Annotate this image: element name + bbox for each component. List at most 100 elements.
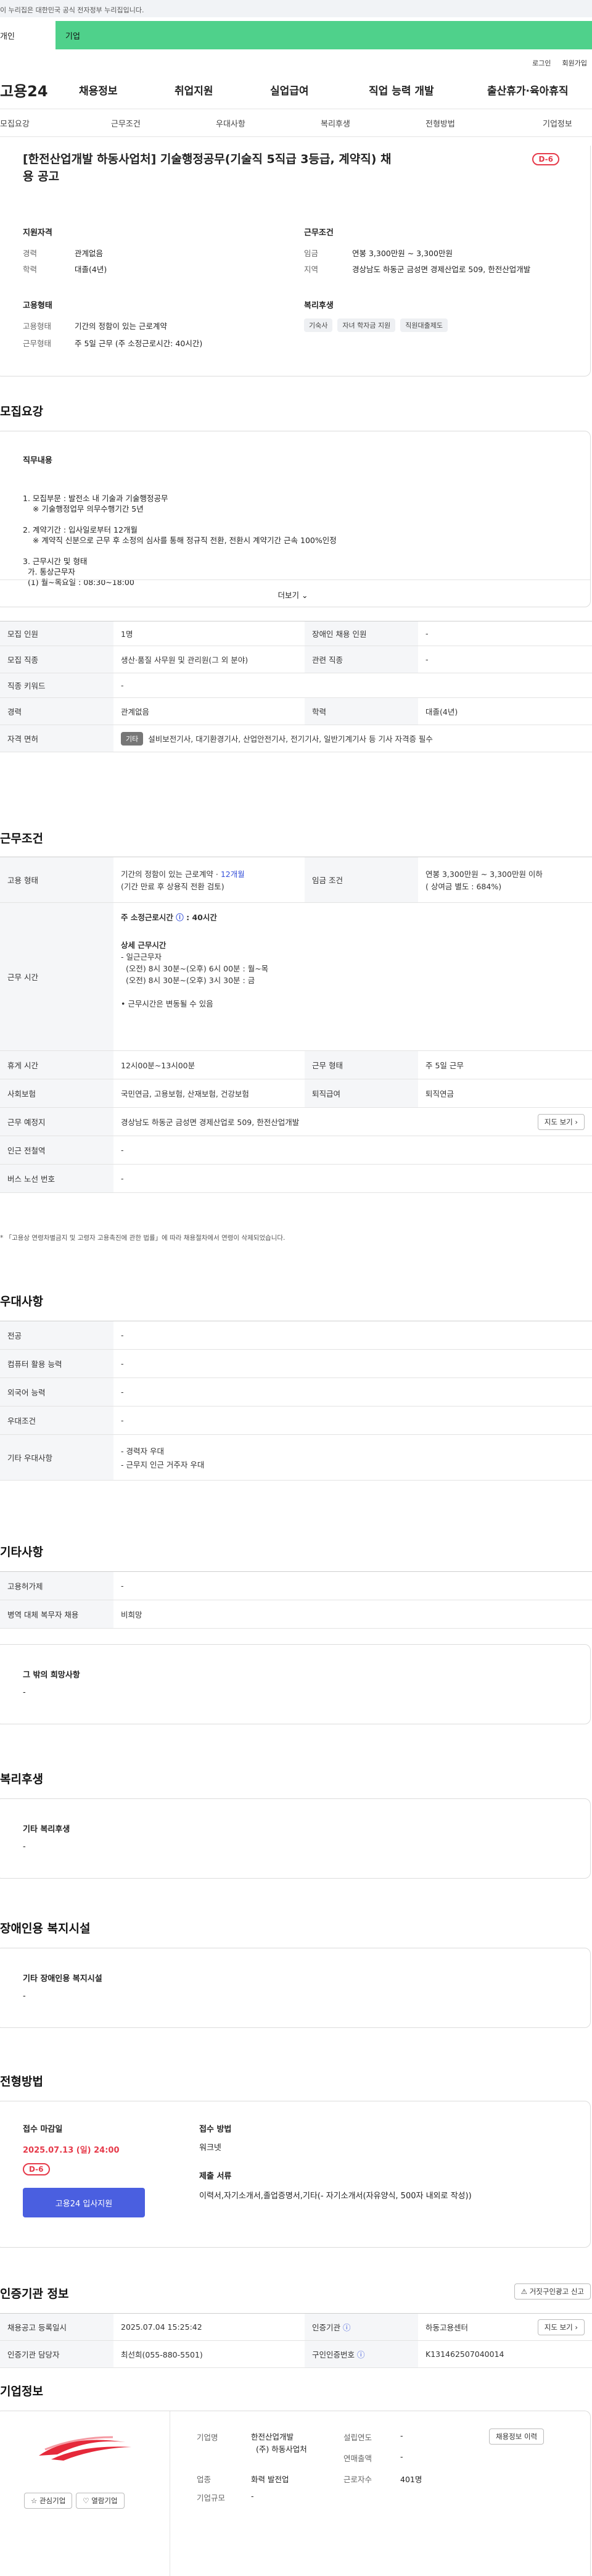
star-icon: ☆ bbox=[31, 2496, 38, 2505]
tab-selection[interactable]: 전형방법 bbox=[395, 117, 500, 129]
cert-table: 채용공고 등록일시 2025.07.04 15:25:42 인증기관 ⓘ 하동고용… bbox=[0, 2313, 592, 2368]
pref-table: 전공 - 컴퓨터 활용 능력 - 외국어 능력 - 우대조건 - 기타 우대사항 - 경력… bbox=[0, 1321, 592, 1481]
pref-heading: 우대사항 bbox=[0, 1295, 43, 1308]
table-row: 버스 노선 번호 - bbox=[0, 1165, 592, 1193]
etype-label: 고용형태 bbox=[23, 322, 52, 331]
company-name: 한전산업개발 (주) 하동사업처 bbox=[251, 2432, 307, 2454]
region-label: 지역 bbox=[304, 265, 319, 274]
tab-company[interactable]: 기업 bbox=[56, 21, 592, 49]
disability-heading: 장애인용 복지시설 bbox=[0, 1922, 91, 1935]
welfare-chip: 직원대출제도 bbox=[400, 318, 448, 332]
welfare-chip: 자녀 학자금 지원 bbox=[337, 318, 396, 332]
welfare-chips: 기숙사 자녀 학자금 지원 직원대출제도 bbox=[304, 318, 453, 332]
selection-card: 접수 마감일 2025.07.13 (일) 24:00 D-6 고용24 입사지… bbox=[0, 2101, 591, 2248]
dday-badge: D-6 bbox=[23, 2163, 50, 2175]
table-row: 채용공고 등록일시 2025.07.04 15:25:42 인증기관 ⓘ 하동고용… bbox=[0, 2314, 592, 2341]
wtype-label: 근무형태 bbox=[23, 339, 52, 348]
region-value: 경상남도 하동군 금성면 경제산업로 509, 한전산업개발 bbox=[352, 265, 531, 274]
benefit-box: 기타 복리후생 - bbox=[0, 1798, 591, 1879]
logo[interactable]: 고용24 bbox=[0, 79, 73, 101]
nav-employment-support[interactable]: 취업지원 bbox=[175, 82, 270, 98]
cert-heading: 인증기관 정보 bbox=[0, 2287, 69, 2301]
job-title: [한전산업개발 하동사업처] 기술행정공무(기술직 5직급 3등급, 계약직) … bbox=[23, 152, 392, 183]
table-row: 경력 관계없음 학력 대졸(4년) bbox=[0, 698, 592, 725]
nav-parental-leave[interactable]: 출산휴가·육아휴직 bbox=[487, 82, 580, 98]
wtype-value: 주 5일 근무 (주 소정근로시간: 40시간) bbox=[75, 339, 203, 348]
table-row: 병역 대체 복무자 채용 비희망 bbox=[0, 1600, 592, 1629]
gov-banner: 이 누리집은 대한민국 공식 전자정부 누리집입니다. bbox=[0, 0, 592, 17]
table-row: 컴퓨터 활용 능력 - bbox=[0, 1350, 592, 1378]
signup-link[interactable]: 회원가입 bbox=[562, 58, 587, 70]
qual-heading: 지원자격 bbox=[23, 228, 52, 238]
recruit-table: 모집 인원 1명 장애인 채용 인원 - 모집 직종 생산·품질 사무원 및 관리원(… bbox=[0, 621, 592, 752]
table-row: 고용허가제 - bbox=[0, 1572, 592, 1600]
alarm-icon: ⚠ bbox=[520, 2287, 528, 2296]
benefit-heading: 복리후생 bbox=[0, 1772, 43, 1786]
age-note: * 「고용상 연령차별금지 및 고령자 고용촉진에 관한 법률」에 따라 채용절… bbox=[0, 1234, 286, 1242]
nav-unemployment-benefit[interactable]: 실업급여 bbox=[270, 82, 369, 98]
util-links: 로그인 회원가입 bbox=[0, 49, 592, 70]
table-row: 사회보험 국민연금, 고용보험, 산재보험, 건강보험 퇴직급여 퇴직연금 bbox=[0, 1079, 592, 1108]
company-card: ☆ 관심기업 ♡ 열람기업 기업명 한전산업개발 (주) 하동사업처 업종 화력 … bbox=[0, 2411, 591, 2576]
map-button[interactable]: 지도 보기 › bbox=[537, 2319, 585, 2335]
wage-label: 임금 bbox=[304, 249, 319, 258]
login-link[interactable]: 로그인 bbox=[532, 58, 551, 70]
career-value: 관계없음 bbox=[75, 249, 104, 258]
emp-heading: 고용형태 bbox=[23, 301, 52, 310]
edu-value: 대졸(4년) bbox=[75, 265, 107, 274]
more-button[interactable]: 더보기 ⌄ bbox=[0, 580, 590, 608]
cond-heading: 근무조건 bbox=[304, 228, 334, 238]
section-tabs: 모집요강 근무조건 우대사항 복리후생 전형방법 기업정보 bbox=[0, 109, 592, 137]
table-row: 전공 - bbox=[0, 1321, 592, 1350]
main-nav: 고용24 채용정보 취업지원 실업급여 직업 능력 개발 출산휴가·육아휴직 bbox=[0, 70, 592, 109]
tab-conditions[interactable]: 근무조건 bbox=[99, 117, 197, 129]
recruit-heading: 모집요강 bbox=[0, 405, 43, 418]
tab-preference[interactable]: 우대사항 bbox=[197, 117, 296, 129]
wage-value: 연봉 3,300만원 ~ 3,300만원 bbox=[352, 249, 453, 258]
viewed-company-button[interactable]: ♡ 열람기업 bbox=[76, 2493, 125, 2509]
conditions-heading: 근무조건 bbox=[0, 832, 43, 846]
chevron-down-icon: ⌄ bbox=[302, 591, 308, 600]
table-row: 모집 인원 1명 장애인 채용 인원 - bbox=[0, 621, 592, 646]
table-row: 자격 면허 기타 설비보전기사, 대기환경기사, 산업안전기사, 전기기사, 일반… bbox=[0, 725, 592, 752]
tab-company[interactable]: 기업정보 bbox=[500, 117, 592, 129]
duty-card: 직무내용 1. 모집부문 : 발전소 내 기술과 기술행정공무 ※ 기술행정업무… bbox=[0, 431, 591, 607]
table-row: 인근 전철역 - bbox=[0, 1136, 592, 1165]
table-row: 모집 직종 생산·품질 사무원 및 관리원(그 외 분야) 관련 직종 - bbox=[0, 646, 592, 673]
dday-badge: D-6 bbox=[532, 153, 559, 165]
table-row: 고용 형태 기간의 정함이 있는 근로계약 · 12개월 (기간 만료 후 상용직… bbox=[0, 857, 592, 903]
etc-heading: 기타사항 bbox=[0, 1545, 43, 1559]
conditions-table: 고용 형태 기간의 정함이 있는 근로계약 · 12개월 (기간 만료 후 상용직… bbox=[0, 857, 592, 1193]
tab-recruit[interactable]: 모집요강 bbox=[0, 117, 99, 129]
career-label: 경력 bbox=[23, 249, 38, 258]
table-row: 근무 예정지 경상남도 하동군 금성면 경제산업로 509, 한전산업개발 지도 … bbox=[0, 1108, 592, 1136]
job-summary-card: [한전산업개발 하동사업처] 기술행정공무(기술직 5직급 3등급, 계약직) … bbox=[0, 146, 591, 376]
tab-personal[interactable]: 개인 bbox=[0, 21, 56, 49]
table-row: 인증기관 담당자 최선희(055-880-5501) 구인인증번호 ⓘ K1314… bbox=[0, 2341, 592, 2368]
top-tabs: 개인 기업 bbox=[0, 21, 592, 49]
table-row: 휴게 시간 12시00분~13시00분 근무 형태 주 5일 근무 bbox=[0, 1051, 592, 1079]
hiring-history-button[interactable]: 채용정보 이력 bbox=[489, 2429, 545, 2445]
deadline-value: 2025.07.13 (일) 24:00 bbox=[23, 2146, 120, 2155]
tab-welfare[interactable]: 복리후생 bbox=[296, 117, 395, 129]
report-button[interactable]: ⚠ 거짓구인광고 신고 bbox=[514, 2283, 591, 2300]
info-icon[interactable]: ⓘ bbox=[357, 2348, 365, 2360]
etc-box: 그 밖의 희망사항 - bbox=[0, 1644, 591, 1724]
company-heading: 기업정보 bbox=[0, 2385, 43, 2398]
nav-vocational-training[interactable]: 직업 능력 개발 bbox=[369, 82, 487, 98]
welfare-chip: 기숙사 bbox=[304, 318, 333, 332]
license-tag: 기타 bbox=[121, 731, 144, 746]
edu-label: 학력 bbox=[23, 265, 38, 274]
table-row: 우대조건 - bbox=[0, 1406, 592, 1435]
table-row: 외국어 능력 - bbox=[0, 1378, 592, 1406]
selection-heading: 전형방법 bbox=[0, 2075, 43, 2088]
info-icon[interactable]: ⓘ bbox=[343, 2321, 351, 2333]
table-row: 기타 우대사항 - 경력자 우대 - 근무지 인근 거주자 우대 bbox=[0, 1435, 592, 1481]
info-icon[interactable]: ⓘ bbox=[176, 913, 184, 922]
map-button[interactable]: 지도 보기 › bbox=[537, 1113, 585, 1130]
disability-box: 기타 장애인용 복지시설 - bbox=[0, 1948, 591, 2028]
apply-button[interactable]: 고용24 입사지원 bbox=[23, 2188, 145, 2217]
nav-jobs[interactable]: 채용정보 bbox=[79, 82, 175, 98]
favorite-company-button[interactable]: ☆ 관심기업 bbox=[24, 2493, 73, 2509]
table-row: 근무 시간 주 소정근로시간 ⓘ : 40시간 상세 근무시간 - 일근근무자 … bbox=[0, 903, 592, 1051]
